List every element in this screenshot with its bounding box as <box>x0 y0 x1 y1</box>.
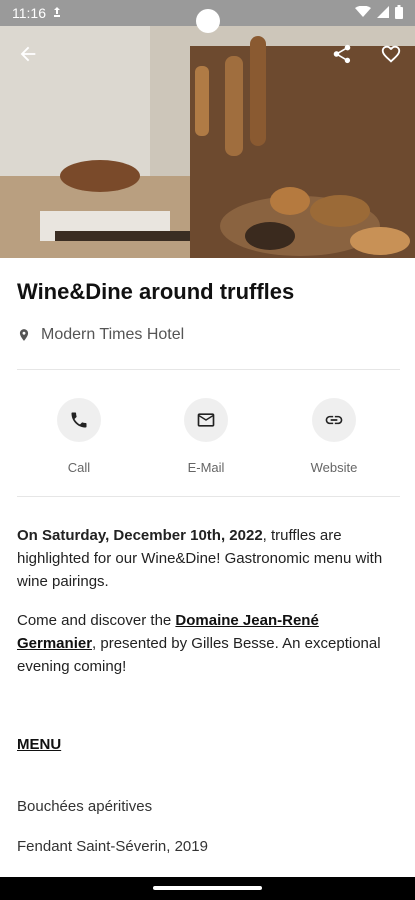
camera-cutout <box>196 9 220 33</box>
menu-item: Bouchées apéritives <box>17 798 153 815</box>
email-button[interactable] <box>184 398 228 442</box>
share-button[interactable] <box>328 40 356 68</box>
website-label: Website <box>310 460 358 475</box>
location-label: Modern Times Hotel <box>41 326 185 343</box>
website-button[interactable] <box>312 398 356 442</box>
battery-icon <box>395 4 403 22</box>
share-icon <box>333 44 351 64</box>
divider <box>17 496 400 497</box>
call-button[interactable] <box>57 398 101 442</box>
system-navigation-bar <box>0 877 415 900</box>
description-text: Come and discover the <box>17 612 176 629</box>
link-icon <box>325 415 343 425</box>
mail-icon <box>197 413 215 427</box>
event-title: Wine&Dine around truffles <box>17 279 295 304</box>
hero-image <box>0 26 415 258</box>
divider <box>17 369 400 370</box>
status-time: 11:16 <box>12 5 46 21</box>
heart-outline-icon <box>381 45 401 63</box>
call-action[interactable]: Call <box>29 398 129 475</box>
event-date: On Saturday, December 10th, 2022 <box>17 527 263 544</box>
back-button[interactable] <box>14 40 42 68</box>
wifi-icon <box>355 5 371 21</box>
home-gesture-handle[interactable] <box>153 886 262 890</box>
email-label: E-Mail <box>187 460 225 475</box>
phone-icon <box>71 412 87 428</box>
menu-item: Fendant Saint-Séverin, 2019 <box>17 838 208 855</box>
cellular-icon <box>377 5 389 21</box>
notification-icon <box>52 5 62 21</box>
favorite-button[interactable] <box>377 40 405 68</box>
event-description: On Saturday, December 10th, 2022, truffl… <box>17 524 402 694</box>
email-action[interactable]: E-Mail <box>156 398 256 475</box>
description-paragraph-1: On Saturday, December 10th, 2022, truffl… <box>17 524 402 593</box>
contact-actions: Call E-Mail Website <box>0 398 415 488</box>
event-location[interactable]: Modern Times Hotel <box>17 326 184 344</box>
arrow-back-icon <box>20 46 36 62</box>
website-action[interactable]: Website <box>284 398 384 475</box>
menu-heading: MENU <box>17 736 62 753</box>
call-label: Call <box>67 460 91 475</box>
location-pin-icon <box>19 329 29 341</box>
description-paragraph-2: Come and discover the Domaine Jean-René … <box>17 609 402 678</box>
